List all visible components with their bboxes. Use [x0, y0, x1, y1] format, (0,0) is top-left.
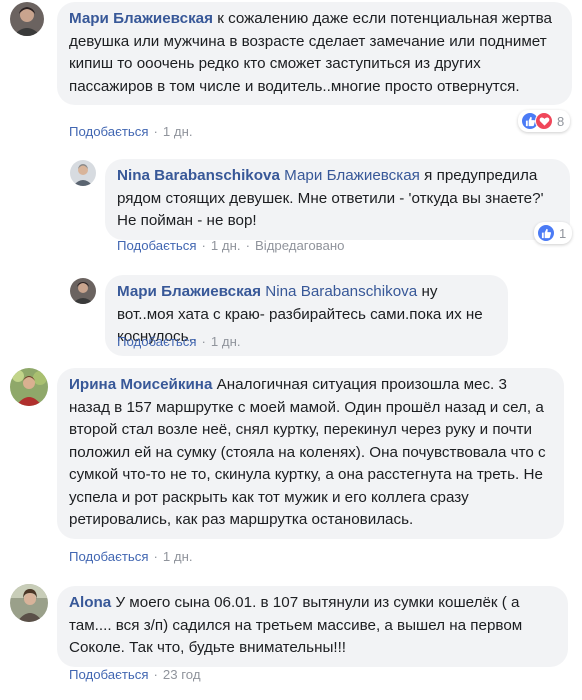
comment-actions: Подобається · 23 год: [69, 667, 201, 683]
like-button[interactable]: Подобається: [69, 667, 149, 682]
mention-link[interactable]: Мари Блажиевская: [284, 167, 420, 184]
comment-author[interactable]: Ирина Моисейкина: [69, 376, 212, 393]
comment-time[interactable]: 1 дн.: [163, 124, 193, 139]
separator: ·: [245, 238, 250, 253]
like-button[interactable]: Подобається: [117, 238, 197, 253]
mention-link[interactable]: Nina Barabanschikova: [265, 283, 417, 300]
comment-time[interactable]: 23 год: [163, 667, 201, 682]
comment-text: Аналогичная ситуация произошла мес. 3 на…: [69, 376, 546, 528]
reaction-count: 8: [557, 113, 565, 129]
separator: ·: [153, 549, 158, 564]
separator: ·: [153, 667, 158, 682]
comment-author[interactable]: Nina Barabanschikova: [117, 167, 280, 184]
avatar[interactable]: [70, 278, 96, 304]
reaction-summary[interactable]: 1: [534, 222, 573, 244]
avatar[interactable]: [10, 2, 44, 36]
comment-time[interactable]: 1 дн.: [211, 238, 241, 253]
like-button[interactable]: Подобається: [69, 549, 149, 564]
comment-time[interactable]: 1 дн.: [163, 549, 193, 564]
like-button[interactable]: Подобається: [117, 334, 197, 349]
avatar[interactable]: [10, 584, 48, 622]
comment-time[interactable]: 1 дн.: [211, 334, 241, 349]
comment-actions: Подобається · 1 дн.: [117, 334, 241, 350]
comment-text: У моего сына 06.01. в 107 вытянули из су…: [69, 594, 523, 656]
comment-actions: Подобається · 1 дн. · Відредаговано: [117, 238, 344, 254]
separator: ·: [201, 334, 206, 349]
avatar[interactable]: [10, 368, 48, 406]
comment-author[interactable]: Alona: [69, 594, 111, 611]
comment-author[interactable]: Мари Блажиевская: [69, 10, 213, 27]
avatar[interactable]: [70, 160, 96, 186]
comment-bubble: Ирина Моисейкина Аналогичная ситуация пр…: [57, 368, 564, 539]
comment-actions: Подобається · 1 дн.: [69, 124, 193, 140]
comment-bubble: Nina Barabanschikova Мари Блажиевская я …: [105, 159, 570, 240]
comment-actions: Подобається · 1 дн.: [69, 549, 193, 565]
like-icon: [537, 224, 555, 242]
comment-author[interactable]: Мари Блажиевская: [117, 283, 261, 300]
edited-label[interactable]: Відредаговано: [255, 238, 345, 253]
comment-bubble: Alona У моего сына 06.01. в 107 вытянули…: [57, 586, 568, 667]
love-icon: [535, 112, 553, 130]
separator: ·: [201, 238, 206, 253]
reaction-summary[interactable]: 8: [518, 110, 571, 132]
separator: ·: [153, 124, 158, 139]
reaction-count: 1: [559, 225, 567, 241]
comment-bubble: Мари Блажиевская к сожалению даже если п…: [57, 2, 572, 105]
like-button[interactable]: Подобається: [69, 124, 149, 139]
